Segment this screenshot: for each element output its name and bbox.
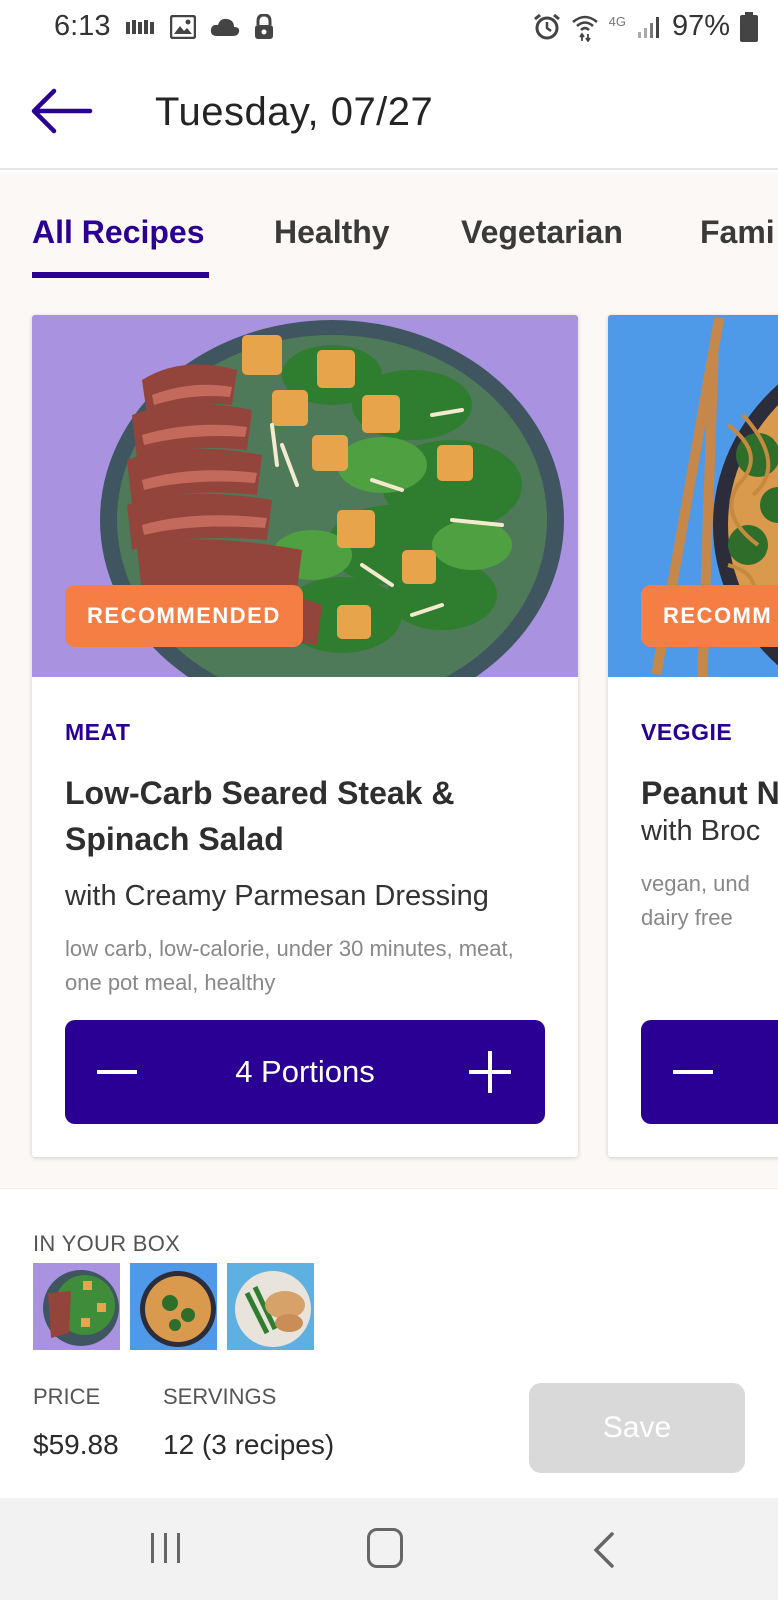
system-nav-bar [0, 1498, 778, 1600]
cloud-icon [210, 18, 240, 36]
battery-percent: 97% [671, 10, 730, 42]
tab-healthy[interactable]: Healthy [274, 214, 390, 251]
box-summary: IN YOUR BOX PRICE $59.88 SERVINGS 12 (3 … [0, 1188, 778, 1498]
lock-icon [255, 14, 273, 39]
price-value: $59.88 [33, 1429, 119, 1460]
servings-label: SERVINGS [163, 1384, 277, 1409]
recipe-subtitle: with Creamy Parmesan Dressing [65, 880, 489, 912]
back-button[interactable] [28, 86, 94, 136]
recommended-badge: RECOMMENDED [65, 585, 303, 647]
in-your-box-label: IN YOUR BOX [33, 1231, 181, 1256]
price-label: PRICE [33, 1384, 101, 1409]
recent-apps-icon [151, 1533, 180, 1563]
tab-all-recipes[interactable]: All Recipes [32, 214, 205, 251]
home-button[interactable] [367, 1528, 403, 1568]
page-title: Tuesday, 07/27 [155, 90, 434, 134]
recipe-title: Low-Carb Seared Steak & Spinach Salad [65, 775, 455, 857]
decrease-portions-button[interactable] [671, 1020, 719, 1124]
recipe-title: Peanut N [641, 775, 778, 811]
arrow-left-icon [31, 88, 93, 134]
recipe-card[interactable]: RECOMM VEGGIE Peanut N with Broc vegan, … [608, 315, 778, 1157]
chevron-left-icon [593, 1532, 614, 1568]
wifi-icon [571, 15, 598, 42]
save-button[interactable]: Save [529, 1383, 745, 1473]
status-time: 6:13 [54, 10, 111, 42]
recipe-tags: vegan, und dairy free [641, 871, 750, 930]
status-system-icons: 4G 97% [533, 10, 758, 43]
box-thumbnail-noodles[interactable] [130, 1263, 217, 1350]
recent-apps-button[interactable] [148, 1531, 184, 1565]
recipe-browser: All Recipes Healthy Vegetarian Fami RECO… [0, 172, 778, 1187]
increase-portions-button[interactable] [467, 1020, 515, 1124]
box-thumbnail-chicken[interactable] [227, 1263, 314, 1350]
tab-family[interactable]: Fami [700, 214, 775, 251]
battery-icon [740, 11, 758, 42]
status-notification-icons [126, 14, 274, 40]
cell-signal-icon [637, 16, 659, 38]
app-bar: Tuesday, 07/27 [0, 56, 778, 170]
portions-stepper [641, 1020, 778, 1124]
network-type: 4G [608, 14, 626, 29]
recipe-category: VEGGIE [641, 719, 733, 745]
recipe-card[interactable]: RECOMMENDED MEAT Low-Carb Seared Steak &… [32, 315, 578, 1157]
alarm-icon [533, 13, 560, 39]
recipe-category: MEAT [65, 719, 131, 745]
tab-vegetarian[interactable]: Vegetarian [461, 214, 623, 251]
system-back-button[interactable] [590, 1530, 618, 1570]
recommended-badge: RECOMM [641, 585, 778, 647]
servings-value: 12 (3 recipes) [163, 1429, 335, 1460]
recipe-subtitle: with Broc [641, 815, 761, 847]
gallery-icon [170, 15, 196, 39]
recipe-tags: low carb, low-calorie, under 30 minutes,… [65, 936, 514, 995]
signal-strip-icon [126, 20, 154, 34]
status-bar: 6:13 4G 97% [0, 0, 778, 56]
active-tab-indicator [32, 272, 209, 278]
portions-stepper: 4 Portions [65, 1020, 545, 1124]
box-thumbnails [33, 1263, 314, 1350]
box-thumbnail-steak[interactable] [33, 1263, 120, 1350]
